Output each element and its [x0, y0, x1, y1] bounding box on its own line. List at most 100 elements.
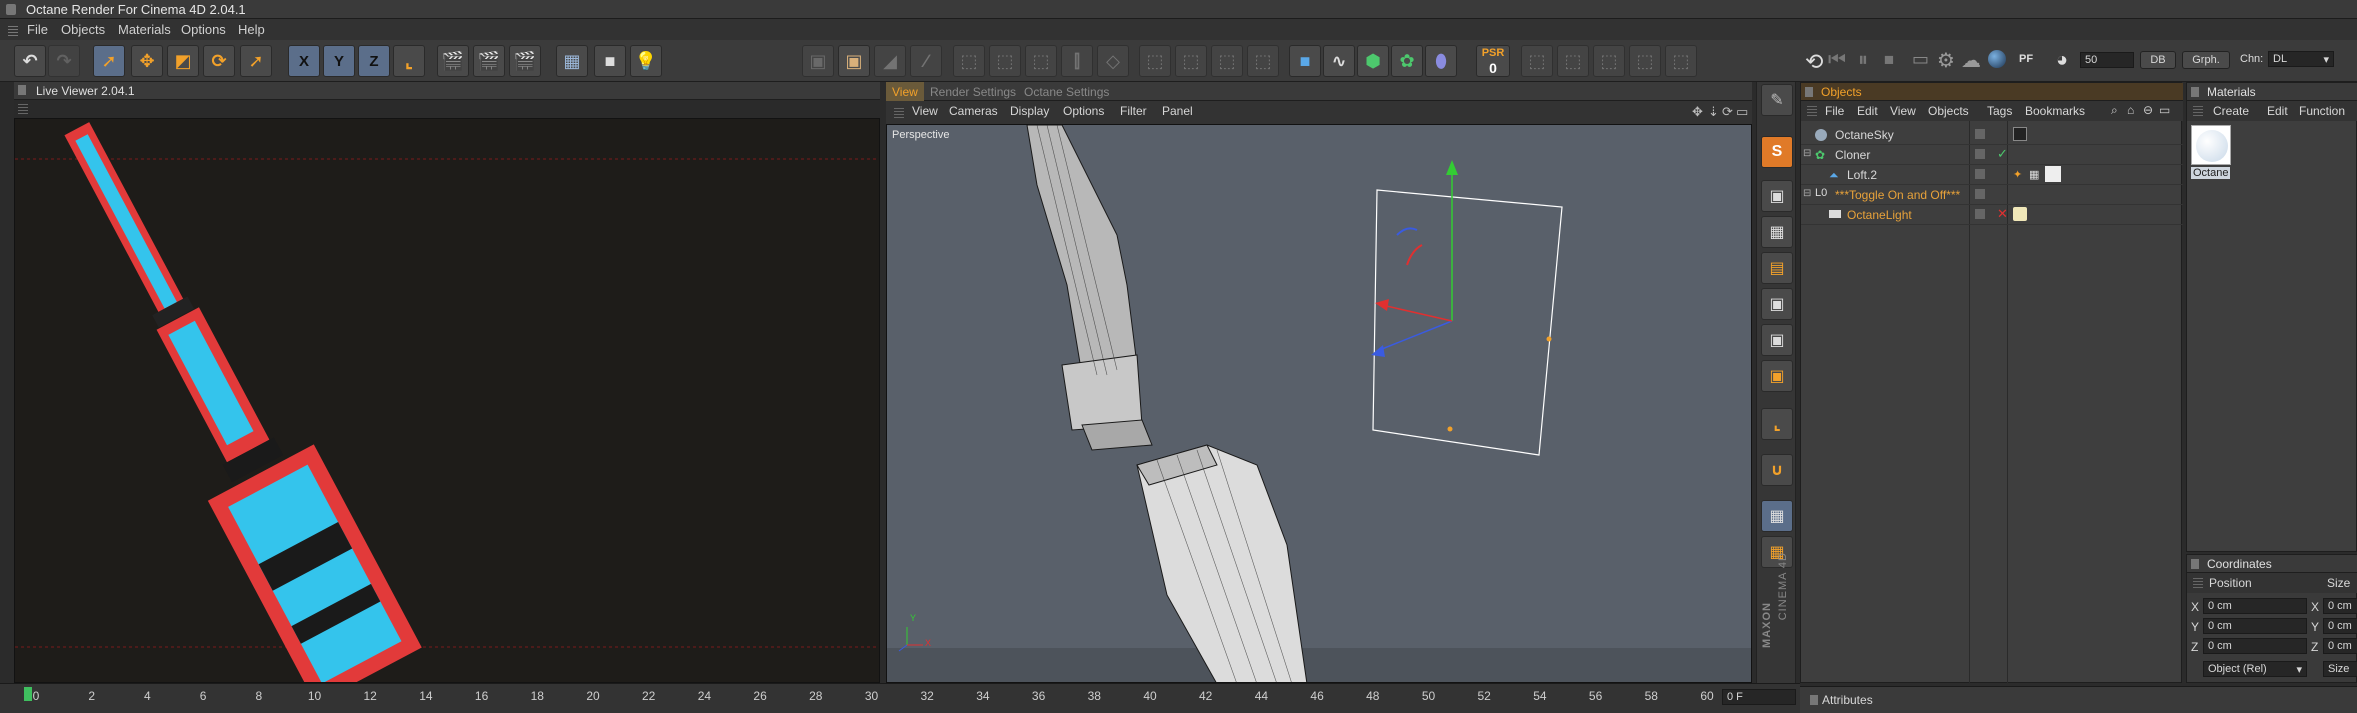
- solo-hierarchy-button[interactable]: ⬚: [1175, 45, 1207, 77]
- graph-button[interactable]: Grph.: [2182, 51, 2230, 69]
- viewport-menu-filter[interactable]: Filter: [1120, 104, 1147, 118]
- menu-help[interactable]: Help: [238, 22, 265, 37]
- phong-tag-icon[interactable]: ✦: [2013, 168, 2022, 181]
- collapse-icon[interactable]: ⊖: [2143, 103, 2153, 117]
- orbit-icon[interactable]: ⟳: [1722, 104, 1733, 120]
- solo-selection-button[interactable]: ⬚: [1211, 45, 1243, 77]
- material-tag-icon[interactable]: [2045, 166, 2061, 182]
- channel-select[interactable]: DL ▾: [2268, 51, 2334, 67]
- rotate-tool-button[interactable]: ⟳: [203, 45, 235, 77]
- snap-button[interactable]: ⫿: [1061, 45, 1093, 77]
- pause-icon[interactable]: ⏸: [1858, 49, 1868, 72]
- snap-grid-button[interactable]: ▦: [1761, 500, 1793, 532]
- object-mode-button[interactable]: ▣: [838, 45, 870, 77]
- material-swatch[interactable]: [2191, 125, 2231, 165]
- move-tool-button[interactable]: ✥: [131, 45, 163, 77]
- model-button[interactable]: ▣: [1761, 180, 1793, 212]
- scale-tool-button[interactable]: ◩: [167, 45, 199, 77]
- tab-octane-settings[interactable]: Octane Settings: [1018, 82, 1115, 101]
- coordinate-system-button[interactable]: ⌞: [393, 45, 425, 77]
- redo-button[interactable]: ↷: [48, 45, 80, 77]
- workplane-button[interactable]: ∕: [910, 45, 942, 77]
- bake-button[interactable]: ⬚: [1521, 45, 1553, 77]
- coord-z-field[interactable]: 0 cm: [2203, 638, 2307, 654]
- stop-icon[interactable]: ⏹: [1884, 49, 1894, 72]
- save-image-icon[interactable]: ▭: [1912, 49, 1929, 70]
- nurbs-button[interactable]: ⬢: [1357, 45, 1389, 77]
- objects-menu-file[interactable]: File: [1825, 104, 1844, 118]
- object-row-toggle[interactable]: ⊟ L0 ***Toggle On and Off***: [1801, 185, 2183, 205]
- viewport-menu-options[interactable]: Options: [1063, 104, 1104, 118]
- polygons-mode-button[interactable]: ⬚: [1025, 45, 1057, 77]
- octane-tool-button[interactable]: ✎: [1761, 84, 1793, 116]
- objects-menu-tags[interactable]: Tags: [1987, 104, 2012, 118]
- object-button[interactable]: ▣: [1761, 360, 1793, 392]
- live-selection-button[interactable]: ➚: [93, 45, 125, 77]
- cube-button[interactable]: ■: [1289, 45, 1321, 77]
- visibility-toggle[interactable]: [1975, 209, 1985, 219]
- viewport-canvas[interactable]: Perspective Y X: [886, 124, 1752, 683]
- object-row-loft2[interactable]: ⏶ Loft.2 ✦ ▦: [1801, 165, 2183, 185]
- expand-icon[interactable]: ⊟: [1803, 148, 1811, 159]
- objects-menu-view[interactable]: View: [1890, 104, 1916, 118]
- checker-button[interactable]: ▦: [1761, 216, 1793, 248]
- magnet-button[interactable]: ∪: [1761, 454, 1793, 486]
- size-x-field[interactable]: 0 cm: [2323, 598, 2357, 614]
- tab-view[interactable]: View: [886, 82, 924, 101]
- viewport-menu-panel[interactable]: Panel: [1162, 104, 1193, 118]
- timeline[interactable]: 0 2 4 6 8 10 12 14 16 18 20 22 24 26 28 30 32 34 36 38 40 42 4…: [0, 683, 1800, 713]
- undo-button[interactable]: ↶: [14, 45, 46, 77]
- last-tool-button[interactable]: ➚: [240, 45, 272, 77]
- coord-y-field[interactable]: 0 cm: [2203, 618, 2307, 634]
- size-y-field[interactable]: 0 cm: [2323, 618, 2357, 634]
- materials-menu-create[interactable]: Create: [2213, 104, 2249, 118]
- db-button[interactable]: DB: [2140, 51, 2176, 69]
- materials-menu-function[interactable]: Function: [2299, 104, 2345, 118]
- playhead[interactable]: [24, 687, 32, 701]
- cloud-icon[interactable]: ☁: [1961, 48, 1981, 73]
- visibility-toggle[interactable]: [1975, 149, 1985, 159]
- coord-mode-select[interactable]: Object (Rel) ▾: [2203, 661, 2307, 677]
- workplane-button[interactable]: ▣: [1761, 324, 1793, 356]
- deformer-button[interactable]: ⬮: [1425, 45, 1457, 77]
- s-button[interactable]: S: [1761, 136, 1793, 168]
- menu-materials[interactable]: Materials: [118, 22, 171, 37]
- axis-button[interactable]: ⌞: [1761, 408, 1793, 440]
- sphere-icon[interactable]: [1988, 50, 2006, 68]
- texture-button[interactable]: ▣: [1761, 288, 1793, 320]
- materials-menu-edit[interactable]: Edit: [2267, 104, 2288, 118]
- quantize-button[interactable]: ◇: [1097, 45, 1129, 77]
- menu-options[interactable]: Options: [181, 22, 226, 37]
- texture-mode-button[interactable]: ◢: [874, 45, 906, 77]
- gear-icon[interactable]: ⚙: [1937, 48, 1955, 73]
- light-tag-icon[interactable]: [2013, 207, 2027, 221]
- menu-file[interactable]: File: [27, 22, 48, 37]
- visibility-toggle[interactable]: [1975, 189, 1985, 199]
- iterations-field[interactable]: 50: [2080, 52, 2134, 68]
- viewport-menu-display[interactable]: Display: [1010, 104, 1049, 118]
- coord-x-field[interactable]: 0 cm: [2203, 598, 2307, 614]
- edit-mode-button[interactable]: ▣: [802, 45, 834, 77]
- refresh-icon[interactable]: ⟲: [1805, 49, 1823, 75]
- align-button[interactable]: ⬚: [1593, 45, 1625, 77]
- size-mode-select[interactable]: Size: [2323, 661, 2357, 677]
- points-mode-button[interactable]: ⬚: [953, 45, 985, 77]
- objects-menu-objects[interactable]: Objects: [1928, 104, 1969, 118]
- grid-button[interactable]: ▤: [1761, 252, 1793, 284]
- search-icon[interactable]: ⌕: [2111, 103, 2118, 118]
- home-icon[interactable]: ⌂: [2127, 103, 2134, 117]
- zoom-icon[interactable]: ⇣: [1708, 104, 1719, 120]
- render-view-button[interactable]: 🎬: [437, 45, 469, 77]
- current-frame-field[interactable]: 0 F: [1722, 689, 1796, 705]
- objects-menu-edit[interactable]: Edit: [1857, 104, 1878, 118]
- object-row-octanesky[interactable]: OctaneSky: [1801, 125, 2183, 145]
- objects-menu-bookmarks[interactable]: Bookmarks: [2025, 104, 2085, 118]
- render-picture-viewer-button[interactable]: 🎬: [473, 45, 505, 77]
- axis-x-button[interactable]: X: [288, 45, 320, 77]
- render-settings-button[interactable]: 🎬: [509, 45, 541, 77]
- center-button[interactable]: ⬚: [1665, 45, 1697, 77]
- maximize-icon[interactable]: ▭: [1736, 104, 1748, 120]
- object-row-cloner[interactable]: ⊟ ✿ Cloner ✓: [1801, 145, 2183, 165]
- spline-button[interactable]: ∿: [1323, 45, 1355, 77]
- disabled-x-icon[interactable]: ✕: [1997, 206, 2008, 222]
